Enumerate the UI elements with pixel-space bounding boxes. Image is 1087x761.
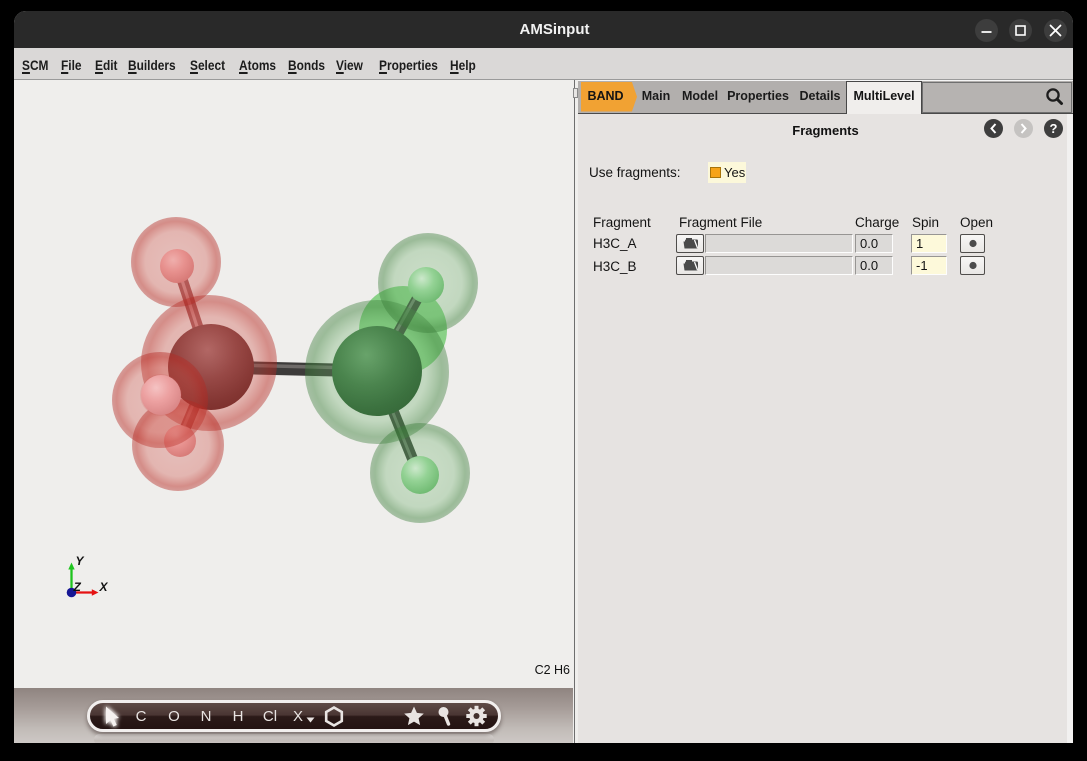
svg-text:N: N: [201, 708, 212, 725]
svg-text:C: C: [136, 708, 147, 725]
svg-text:X: X: [99, 580, 109, 594]
svg-text:Cl: Cl: [263, 708, 277, 725]
svg-text:?: ?: [1050, 121, 1058, 136]
svg-text:O: O: [168, 708, 180, 725]
svg-text:Z: Z: [73, 580, 82, 594]
svg-text:H: H: [233, 708, 244, 725]
svg-text:X: X: [293, 708, 303, 725]
svg-text:Y: Y: [76, 554, 85, 568]
